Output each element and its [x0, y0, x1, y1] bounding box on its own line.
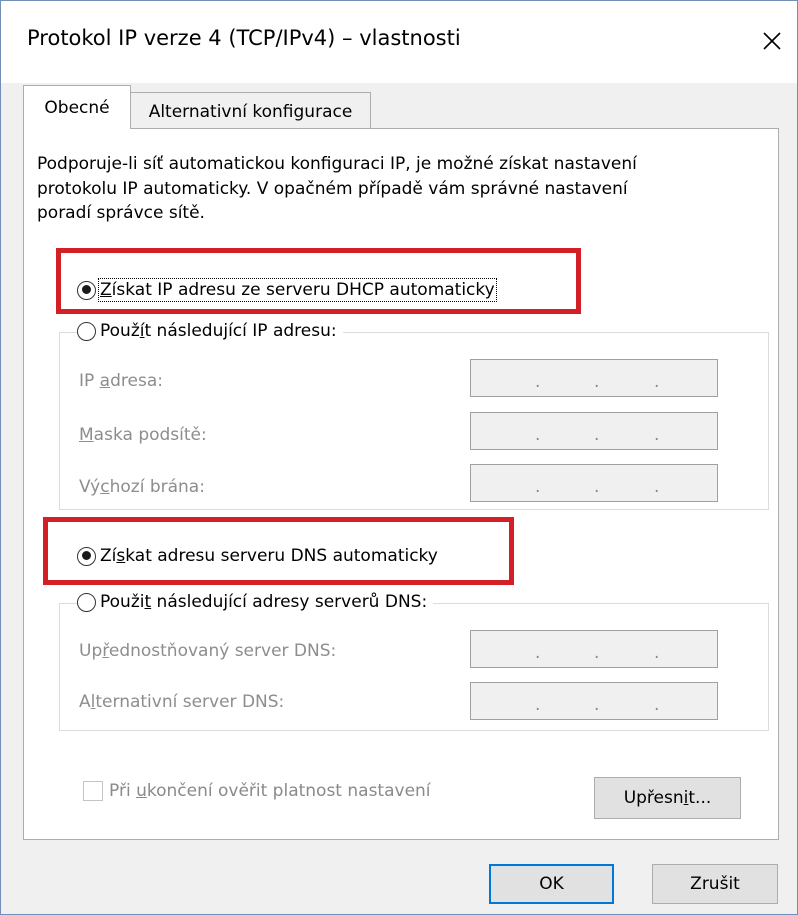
- radio-manual-ip[interactable]: Použít následující IP adresu:: [77, 321, 343, 341]
- description: Podporuje-li síť automatickou konfigurac…: [37, 152, 747, 226]
- validate-settings-checkbox-box[interactable]: [83, 781, 103, 801]
- close-icon: [763, 32, 781, 50]
- tab-general-label: Obecné: [44, 97, 110, 118]
- validate-settings-checkbox[interactable]: Při ukončení ověřit platnost nastavení: [83, 781, 431, 801]
- radio-auto-dns-label: Získat adresu serveru DNS automaticky: [100, 546, 438, 566]
- tab-general[interactable]: Obecné: [23, 85, 131, 129]
- radio-auto-ip-label: Získat IP adresu ze serveru DHCP automat…: [98, 278, 497, 302]
- alternate-dns-label: Alternativní server DNS:: [79, 692, 285, 712]
- close-button[interactable]: [749, 15, 795, 67]
- alternate-dns-input[interactable]: ...: [470, 682, 718, 720]
- radio-auto-dns[interactable]: Získat adresu serveru DNS automaticky: [77, 546, 444, 566]
- advanced-button[interactable]: Upřesnit...: [594, 777, 741, 819]
- default-gateway-label: Výchozí brána:: [79, 477, 205, 497]
- ok-button-label: OK: [539, 874, 564, 894]
- tab-alternative-configuration-label: Alternativní konfigurace: [148, 101, 353, 122]
- cancel-button[interactable]: Zrušit: [652, 864, 778, 904]
- description-line: protokolu IP automaticky. V opačném příp…: [37, 178, 628, 199]
- advanced-button-label: Upřesnit...: [623, 788, 712, 808]
- radio-manual-dns-indicator[interactable]: [77, 592, 96, 612]
- dialog-window: Protokol IP verze 4 (TCP/IPv4) – vlastno…: [0, 0, 798, 915]
- radio-auto-ip-indicator[interactable]: [77, 280, 96, 300]
- preferred-dns-label: Upřednostňovaný server DNS:: [79, 641, 337, 661]
- radio-manual-dns[interactable]: Použit následující adresy serverů DNS:: [77, 592, 434, 612]
- ok-button[interactable]: OK: [489, 864, 614, 904]
- subnet-mask-input[interactable]: ...: [470, 412, 718, 450]
- validate-settings-label: Při ukončení ověřit platnost nastavení: [109, 781, 431, 801]
- default-gateway-input[interactable]: ...: [470, 464, 718, 502]
- preferred-dns-input[interactable]: ...: [470, 630, 718, 668]
- radio-manual-ip-label: Použít následující IP adresu:: [100, 321, 337, 341]
- ip-address-input[interactable]: ...: [470, 359, 718, 397]
- radio-auto-ip[interactable]: Získat IP adresu ze serveru DHCP automat…: [77, 278, 501, 302]
- radio-auto-dns-indicator[interactable]: [77, 546, 96, 566]
- title-bar: Protokol IP verze 4 (TCP/IPv4) – vlastno…: [1, 1, 797, 83]
- radio-manual-dns-label: Použit následující adresy serverů DNS:: [100, 592, 428, 612]
- tab-alternative-configuration[interactable]: Alternativní konfigurace: [130, 92, 371, 130]
- cancel-button-label: Zrušit: [690, 874, 740, 894]
- subnet-mask-label: Maska podsítě:: [79, 425, 207, 445]
- description-line: poradí správce sítě.: [37, 203, 205, 223]
- radio-manual-ip-indicator[interactable]: [77, 321, 96, 341]
- window-title: Protokol IP verze 4 (TCP/IPv4) – vlastno…: [27, 26, 461, 50]
- description-line: Podporuje-li síť automatickou konfigurac…: [37, 154, 637, 174]
- ip-address-label: IP adresa:: [79, 371, 163, 391]
